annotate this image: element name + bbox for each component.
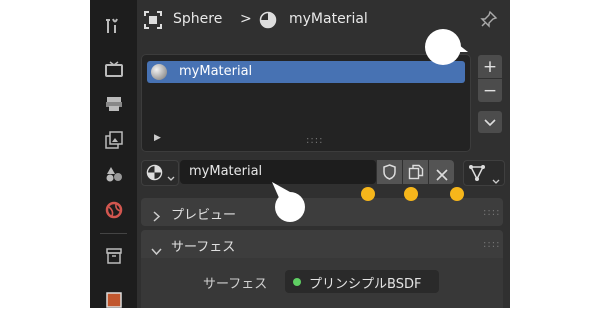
tab-scene[interactable] — [90, 156, 137, 192]
shader-socket-dot — [293, 278, 301, 286]
callout-bubble — [270, 180, 306, 222]
surface-panel-title: サーフェス — [171, 240, 236, 255]
list-resize-grip[interactable]: :::: — [306, 135, 323, 146]
marker-dot — [361, 187, 375, 201]
slot-specials-menu-button[interactable] — [478, 111, 502, 133]
list-item-label: myMaterial — [179, 64, 253, 79]
wrench-screwdriver-icon — [104, 16, 124, 36]
panel-drag-grip[interactable]: :::: — [483, 239, 500, 250]
object-bracket-icon — [143, 10, 163, 34]
add-slot-button[interactable]: + — [478, 55, 502, 78]
shield-icon — [382, 164, 397, 184]
tab-collection[interactable] — [90, 238, 137, 274]
breadcrumb-object: Sphere — [173, 11, 223, 27]
fake-user-button[interactable] — [377, 160, 402, 184]
material-name-value: myMaterial — [189, 164, 263, 179]
surface-shader-field[interactable]: プリンシプルBSDF — [285, 270, 439, 293]
link-type-dropdown[interactable] — [463, 160, 505, 186]
material-sphere-icon — [146, 164, 163, 185]
callout-bubble — [424, 28, 468, 68]
breadcrumb-separator: > — [240, 11, 252, 27]
printer-icon — [104, 94, 124, 114]
chevron-down-icon — [484, 112, 496, 132]
tab-object[interactable] — [90, 282, 137, 318]
archive-box-icon — [104, 246, 124, 266]
preview-panel-header[interactable]: プレビュー :::: — [141, 198, 503, 226]
tab-tool[interactable] — [90, 8, 137, 44]
chevron-down-icon — [167, 167, 175, 186]
panel-drag-grip[interactable]: :::: — [483, 207, 500, 218]
breadcrumb-material: myMaterial — [289, 11, 368, 27]
chevron-down-icon — [492, 170, 500, 189]
image-stack-icon — [104, 130, 124, 150]
material-sphere-icon — [259, 11, 277, 33]
tab-divider — [100, 233, 127, 234]
surface-panel-header[interactable]: サーフェス :::: — [141, 230, 503, 258]
tab-view-layer[interactable] — [90, 122, 137, 158]
chevron-down-icon — [151, 240, 162, 259]
unlink-material-button[interactable] — [429, 160, 454, 184]
object-square-icon — [104, 290, 124, 310]
browse-material-button[interactable] — [141, 160, 179, 186]
tab-render[interactable] — [90, 52, 137, 88]
chevron-right-icon — [153, 207, 161, 226]
expand-triangle-icon[interactable]: ▶ — [154, 133, 161, 143]
surface-field-value: プリンシプルBSDF — [309, 277, 422, 292]
preview-panel-title: プレビュー — [171, 208, 237, 223]
marker-dot — [404, 187, 418, 201]
world-globe-icon — [104, 200, 124, 220]
mesh-triangle-icon — [468, 164, 486, 186]
duplicate-icon — [408, 164, 424, 184]
material-slot-list[interactable]: myMaterial ▶ :::: — [141, 54, 471, 152]
marker-dot — [450, 187, 464, 201]
surface-field-label: サーフェス — [203, 277, 268, 292]
properties-tab-strip — [90, 0, 137, 308]
scene-shapes-icon — [104, 164, 124, 184]
close-icon — [436, 166, 448, 185]
camera-back-icon — [104, 60, 124, 80]
pin-icon[interactable] — [480, 10, 498, 32]
remove-slot-button[interactable]: − — [478, 79, 502, 102]
surface-panel: サーフェス :::: サーフェス プリンシプルBSDF — [141, 230, 503, 308]
tab-output[interactable] — [90, 86, 137, 122]
material-preview-icon — [151, 64, 167, 80]
list-item[interactable]: myMaterial — [147, 61, 465, 83]
tab-world[interactable] — [90, 192, 137, 228]
new-material-button[interactable] — [403, 160, 428, 184]
